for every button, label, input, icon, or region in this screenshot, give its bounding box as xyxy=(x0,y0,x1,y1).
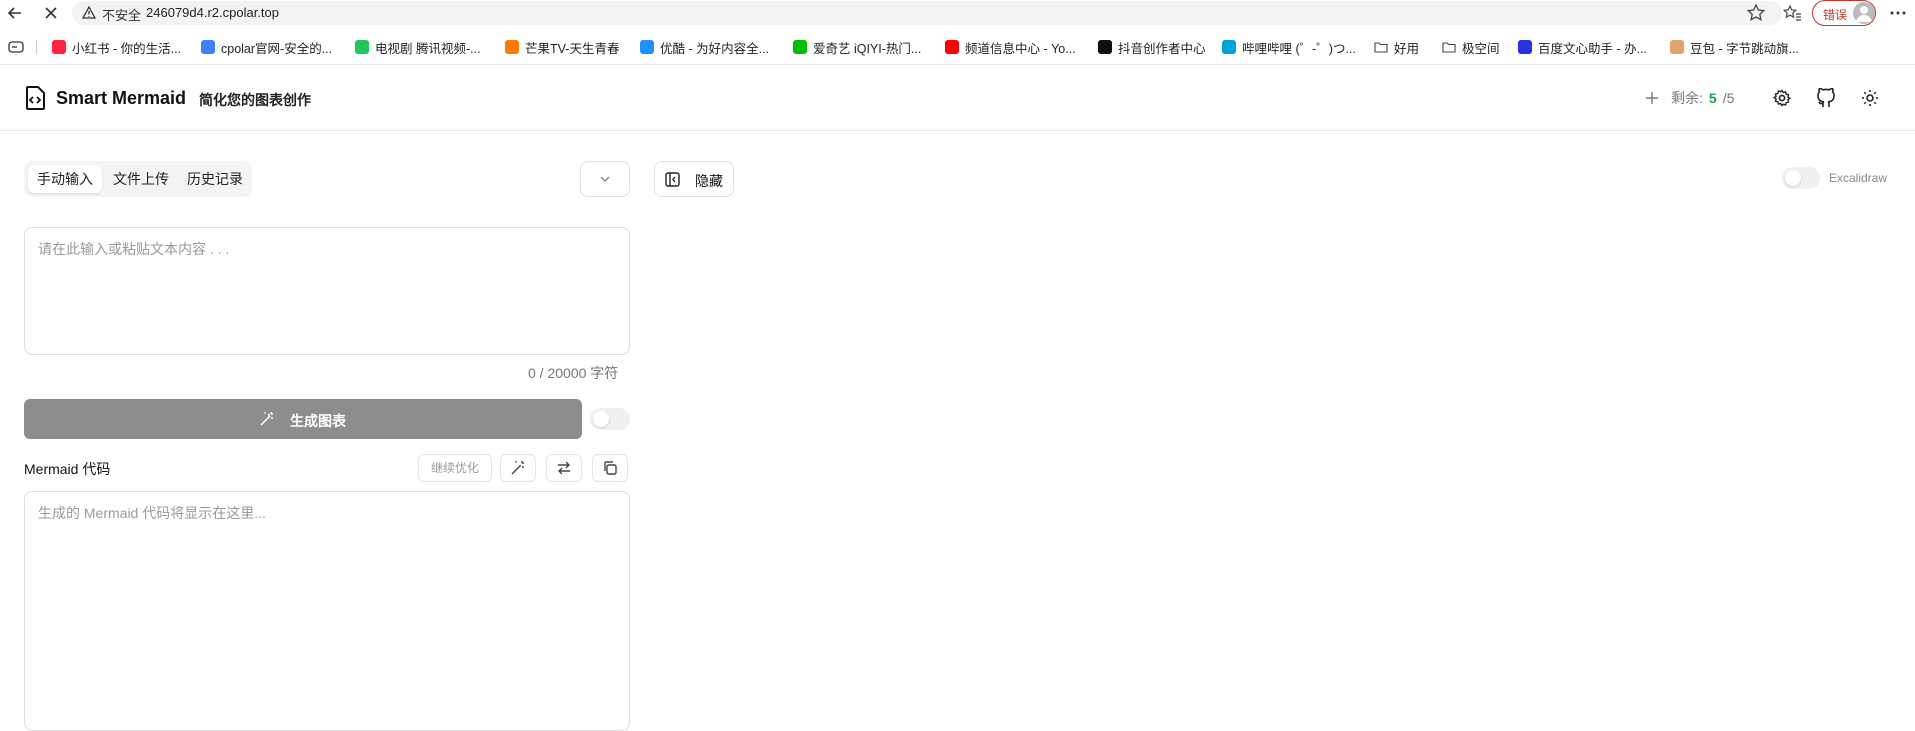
bookmark-label: cpolar官网-安全的... xyxy=(221,41,333,56)
mermaid-code-editor[interactable] xyxy=(24,491,630,731)
favorites-list-icon[interactable] xyxy=(1782,3,1802,23)
stop-loading-icon[interactable] xyxy=(42,4,60,22)
bookmark-item[interactable]: 抖音创作者中心 xyxy=(1098,36,1206,58)
favicon-icon xyxy=(1222,40,1236,54)
more-menu-icon[interactable] xyxy=(1888,3,1908,23)
hide-label: 隐藏 xyxy=(695,173,723,189)
hide-panel-button[interactable]: 隐藏 xyxy=(654,161,734,197)
favicon-icon xyxy=(505,40,519,54)
profile-error-button[interactable]: 错误 xyxy=(1812,0,1876,26)
avatar xyxy=(1853,2,1875,24)
quota-label: 剩余: xyxy=(1671,90,1703,106)
toggle-knob xyxy=(593,411,609,427)
bookmark-label: 极空间 xyxy=(1462,41,1500,56)
bookmark-item[interactable]: 好用 xyxy=(1374,36,1419,58)
generate-mode-toggle[interactable] xyxy=(590,408,630,430)
app-title: Smart Mermaid xyxy=(56,88,187,108)
bookmark-label: 小红书 - 你的生活... xyxy=(72,41,182,56)
url-text[interactable]: 246079d4.r2.cpolar.top xyxy=(146,5,279,20)
bookmark-label: 电视剧 腾讯视频-... xyxy=(375,41,481,56)
excalidraw-toggle[interactable] xyxy=(1782,167,1820,189)
toggle-knob xyxy=(1785,170,1801,186)
browser-chrome: 不安全 246079d4.r2.cpolar.top 错误 小红书 - 你的生活… xyxy=(0,0,1915,65)
favicon-icon xyxy=(945,40,959,54)
bookmark-label: 百度文心助手 - 办... xyxy=(1538,41,1648,56)
bookmark-label: 豆包 - 字节跳动旗... xyxy=(1690,41,1800,56)
bookmark-label: 芒果TV-天生青春 xyxy=(525,41,620,56)
favicon-icon xyxy=(1670,40,1684,54)
generate-chart-label: 生成图表 xyxy=(290,413,346,429)
folder-icon xyxy=(1374,40,1388,54)
favicon-icon xyxy=(52,40,66,54)
back-icon[interactable] xyxy=(6,4,24,22)
tab-file-upload[interactable]: 文件上传 xyxy=(104,165,178,193)
ai-fix-button[interactable] xyxy=(500,454,536,482)
tab-history[interactable]: 历史记录 xyxy=(178,165,252,193)
plus-icon[interactable] xyxy=(1645,91,1659,105)
profile-error-label: 错误 xyxy=(1823,8,1848,22)
convert-button[interactable] xyxy=(546,454,582,482)
github-icon xyxy=(1817,88,1835,108)
bookmark-label: 优酷 - 为好内容全... xyxy=(660,41,770,56)
warning-icon[interactable] xyxy=(82,6,96,20)
quota-total: /5 xyxy=(1722,90,1735,106)
magic-wand-icon xyxy=(510,460,526,476)
security-label[interactable]: 不安全 xyxy=(102,5,141,24)
quota-remaining: 5 xyxy=(1708,90,1717,106)
generate-chart-button[interactable]: 生成图表 xyxy=(24,399,582,439)
bookmark-item[interactable]: 百度文心助手 - 办... xyxy=(1518,36,1647,58)
folder-icon xyxy=(1442,40,1456,54)
bookmark-label: 好用 xyxy=(1394,41,1420,56)
favicon-icon xyxy=(1518,40,1532,54)
bookmark-label: 爱奇艺 iQIYI-热门... xyxy=(813,41,922,56)
bookmark-item[interactable]: 爱奇艺 iQIYI-热门... xyxy=(793,36,921,58)
bookmark-item[interactable]: 优酷 - 为好内容全... xyxy=(640,36,769,58)
bookmarks-bar: 小红书 - 你的生活... cpolar官网-安全的... 电视剧 腾讯视频-...… xyxy=(0,36,1915,58)
favicon-icon xyxy=(201,40,215,54)
input-mode-tabs: 手动输入 文件上传 历史记录 xyxy=(24,161,252,197)
swap-arrows-icon xyxy=(556,460,572,476)
bookmarks-toggle-icon[interactable] xyxy=(8,40,24,54)
favicon-icon xyxy=(793,40,807,54)
bookmark-item[interactable]: cpolar官网-安全的... xyxy=(201,36,332,58)
theme-toggle-button[interactable] xyxy=(1856,84,1884,112)
bookmarks-divider xyxy=(36,40,37,54)
copy-code-button[interactable] xyxy=(592,454,628,482)
address-bar[interactable]: 不安全 246079d4.r2.cpolar.top xyxy=(72,1,1782,25)
tab-manual-input[interactable]: 手动输入 xyxy=(28,165,102,193)
github-button[interactable] xyxy=(1812,84,1840,112)
settings-button[interactable] xyxy=(1768,84,1796,112)
favicon-icon xyxy=(640,40,654,54)
text-input[interactable] xyxy=(24,227,630,355)
address-row: 不安全 246079d4.r2.cpolar.top 错误 xyxy=(0,0,1915,26)
favicon-icon xyxy=(1098,40,1112,54)
app-header: Smart Mermaid 简化您的图表创作 剩余: 5 /5 xyxy=(0,66,1915,131)
bookmark-item[interactable]: 豆包 - 字节跳动旗... xyxy=(1670,36,1799,58)
panel-collapse-icon xyxy=(665,172,680,187)
bookmark-item[interactable]: 小红书 - 你的生活... xyxy=(52,36,181,58)
bookmark-label: 抖音创作者中心 xyxy=(1118,41,1206,56)
bookmark-item[interactable]: 芒果TV-天生青春 xyxy=(505,36,619,58)
gear-icon xyxy=(1773,89,1791,107)
continue-optimize-button[interactable]: 继续优化 xyxy=(418,454,492,482)
bookmark-item[interactable]: 极空间 xyxy=(1442,36,1500,58)
copy-icon xyxy=(602,460,618,476)
sun-icon xyxy=(1861,89,1879,107)
favorite-star-icon[interactable] xyxy=(1746,3,1766,23)
model-dropdown[interactable] xyxy=(580,161,630,197)
char-count: 0 / 20000 字符 xyxy=(528,365,619,381)
chevron-down-icon xyxy=(599,175,611,183)
bookmark-item[interactable]: 频道信息中心 - Yo... xyxy=(945,36,1076,58)
favicon-icon xyxy=(355,40,369,54)
logo-icon xyxy=(24,86,46,110)
bookmark-label: 频道信息中心 - Yo... xyxy=(965,41,1076,56)
bookmark-item[interactable]: 电视剧 腾讯视频-... xyxy=(355,36,481,58)
quota-indicator[interactable]: 剩余: 5 /5 xyxy=(1645,88,1734,108)
excalidraw-label: Excalidraw xyxy=(1829,171,1888,185)
magic-wand-icon xyxy=(259,411,275,427)
mermaid-code-label: Mermaid 代码 xyxy=(24,461,111,477)
bookmark-item[interactable]: 哔哩哔哩 (゜-゜)つ... xyxy=(1222,36,1356,58)
bookmark-label: 哔哩哔哩 (゜-゜)つ... xyxy=(1242,41,1356,56)
app-subtitle: 简化您的图表创作 xyxy=(199,92,311,108)
